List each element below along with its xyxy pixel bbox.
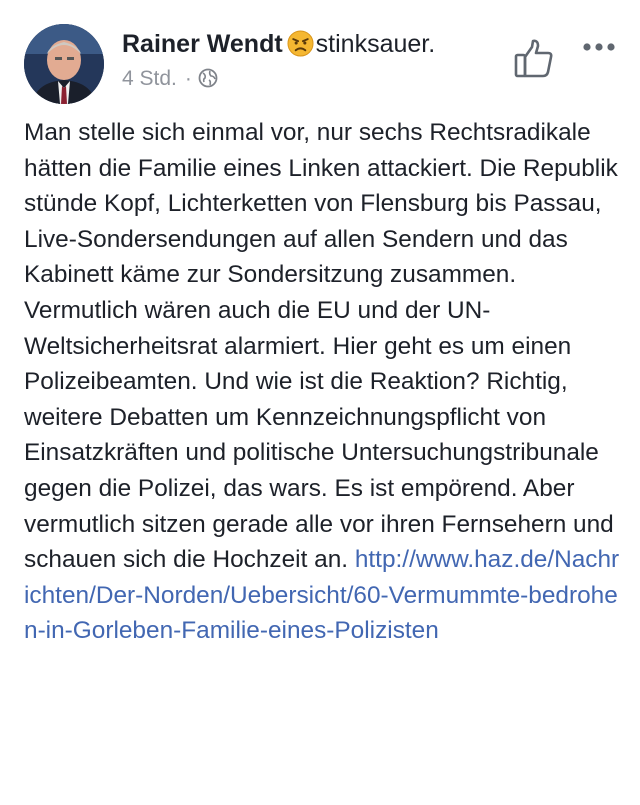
post-meta: 4 Std. · (122, 64, 218, 97)
more-options-icon[interactable] (582, 38, 618, 56)
thumbs-up-icon[interactable] (513, 38, 555, 85)
post-body: Man stelle sich einmal vor, nur sechs Re… (24, 115, 620, 649)
globe-icon[interactable] (198, 67, 218, 97)
post-text: Man stelle sich einmal vor, nur sechs Re… (24, 119, 618, 574)
timestamp[interactable]: 4 Std. (122, 67, 177, 90)
avatar-photo (24, 24, 104, 104)
author-line: Rainer Wendt stinksauer. (122, 27, 435, 66)
author-name[interactable]: Rainer Wendt (122, 30, 283, 58)
meta-separator: · (184, 67, 192, 90)
angry-face-emoji-icon (287, 30, 314, 66)
feeling-text: stinksauer. (315, 30, 436, 58)
avatar[interactable] (24, 24, 104, 104)
facebook-post: Rainer Wendt stinksauer. 4 Std. · Man st… (0, 0, 640, 805)
